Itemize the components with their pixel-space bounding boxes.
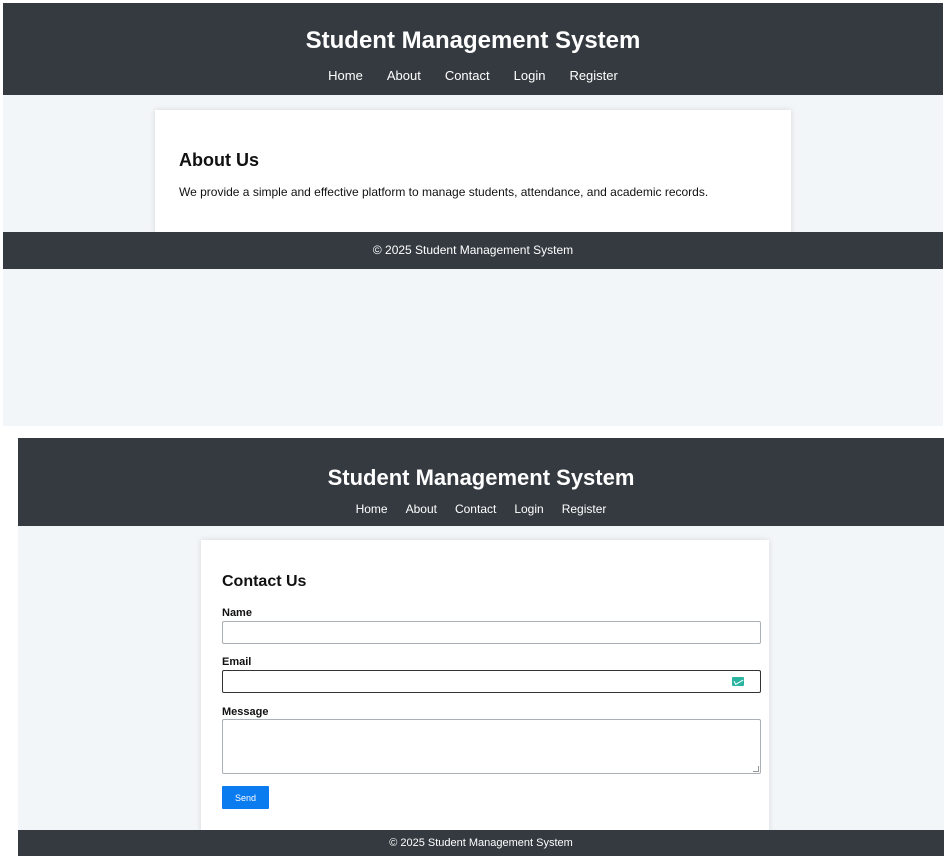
nav-register-link[interactable]: Register	[569, 68, 617, 83]
main-nav: Home About Contact Login Register	[18, 502, 944, 516]
nav-login-link[interactable]: Login	[514, 68, 546, 83]
nav-about-link[interactable]: About	[406, 502, 437, 516]
site-footer: © 2025 Student Management System	[3, 232, 943, 269]
about-card: About Us We provide a simple and effecti…	[155, 110, 791, 235]
message-label: Message	[222, 706, 269, 718]
site-header: Student Management System Home About Con…	[18, 438, 944, 526]
main-nav: Home About Contact Login Register	[3, 68, 943, 83]
nav-contact-link[interactable]: Contact	[455, 502, 496, 516]
send-button[interactable]: Send	[222, 786, 269, 809]
about-description: We provide a simple and effective platfo…	[179, 185, 709, 199]
about-heading: About Us	[179, 150, 259, 170]
nav-home-link[interactable]: Home	[328, 68, 363, 83]
contact-page-screen: Student Management System Home About Con…	[18, 438, 944, 856]
nav-home-link[interactable]: Home	[356, 502, 388, 516]
site-header: Student Management System Home About Con…	[3, 3, 943, 95]
name-input[interactable]	[222, 621, 761, 644]
email-autofill-icon[interactable]	[732, 677, 744, 686]
email-input[interactable]	[223, 671, 760, 692]
site-title: Student Management System	[305, 27, 641, 54]
site-title: Student Management System	[327, 465, 635, 490]
contact-heading: Contact Us	[222, 573, 307, 590]
nav-contact-link[interactable]: Contact	[445, 68, 490, 83]
email-field-wrapper	[222, 670, 761, 693]
name-label: Name	[222, 607, 252, 619]
nav-login-link[interactable]: Login	[514, 502, 543, 516]
about-page-screen: Student Management System Home About Con…	[3, 3, 943, 426]
resize-grip-icon[interactable]	[753, 766, 759, 772]
email-label: Email	[222, 656, 252, 668]
site-footer: © 2025 Student Management System	[18, 830, 944, 856]
contact-form-card: Contact Us Name Email Message Send	[201, 540, 769, 840]
message-field-wrapper	[222, 719, 761, 774]
nav-about-link[interactable]: About	[387, 68, 421, 83]
nav-register-link[interactable]: Register	[562, 502, 607, 516]
message-textarea[interactable]	[222, 719, 761, 774]
